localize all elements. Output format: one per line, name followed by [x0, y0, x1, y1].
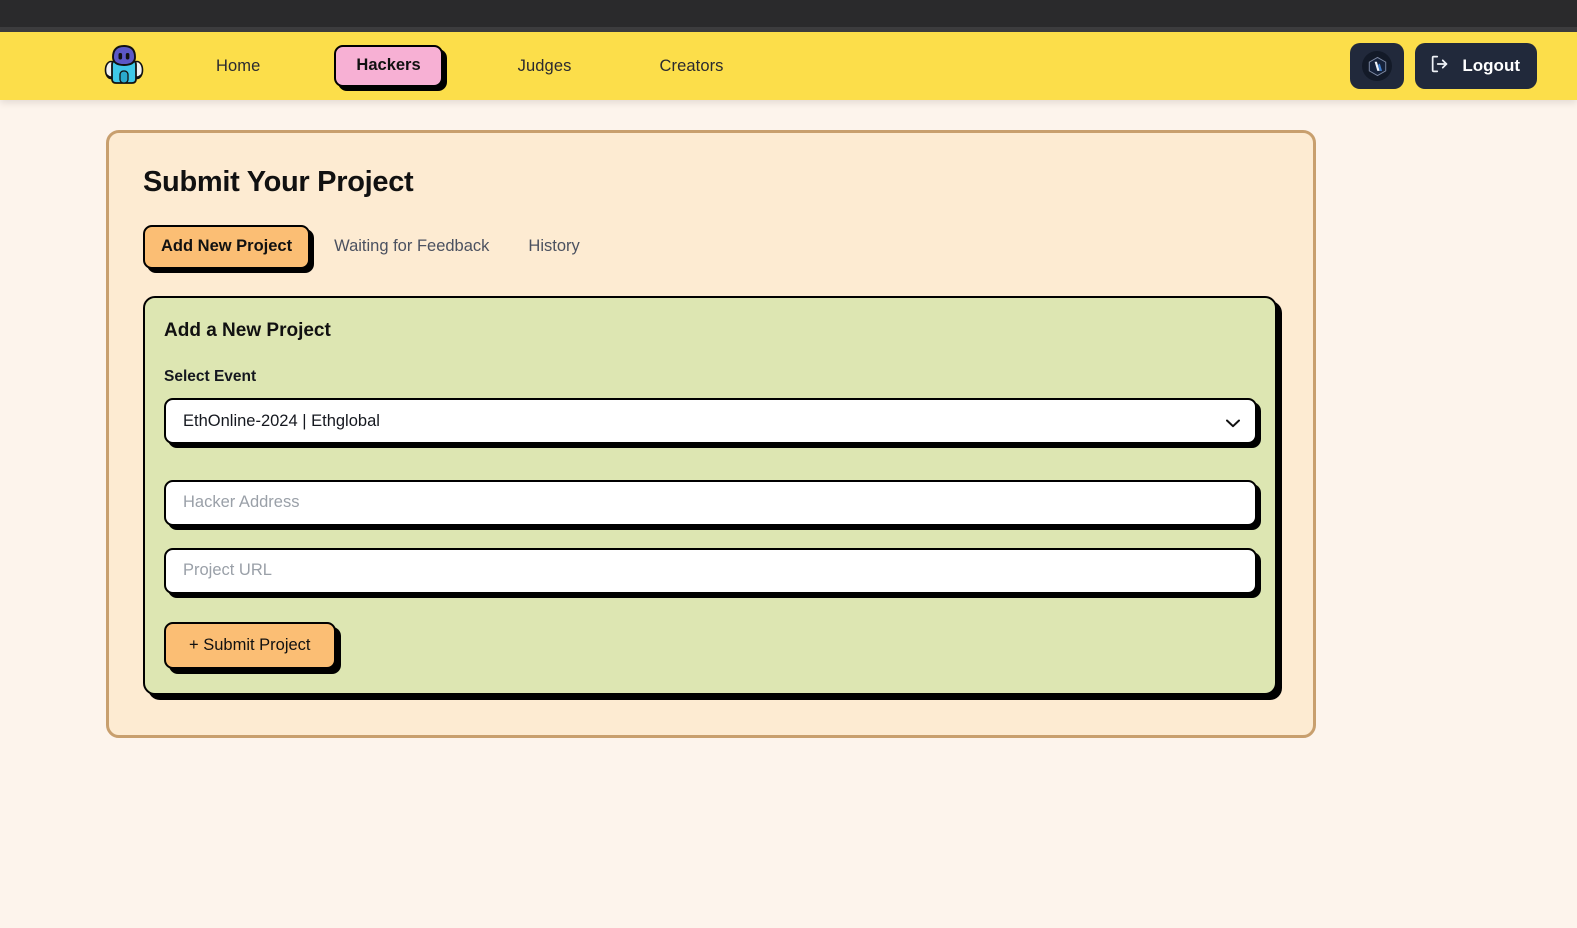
- navbar-actions: Logout: [1350, 43, 1555, 89]
- nav-link-home[interactable]: Home: [216, 57, 260, 76]
- tab-add-new-project[interactable]: Add New Project: [143, 225, 311, 269]
- robot-mascot-logo[interactable]: [101, 42, 147, 90]
- logout-icon: [1429, 53, 1451, 80]
- select-event-dropdown[interactable]: EthOnline-2024 | Ethglobal: [164, 397, 1257, 444]
- logout-button[interactable]: Logout: [1415, 43, 1537, 89]
- logout-label: Logout: [1462, 56, 1520, 75]
- tab-waiting-for-feedback[interactable]: Waiting for Feedback: [334, 237, 489, 256]
- hacker-address-input[interactable]: [164, 479, 1257, 526]
- submit-project-button[interactable]: + Submit Project: [164, 621, 336, 669]
- tab-bar: Add New Project Waiting for Feedback His…: [143, 225, 1277, 269]
- project-url-input[interactable]: [164, 547, 1257, 594]
- page-body: Submit Your Project Add New Project Wait…: [0, 100, 1577, 738]
- wallet-chain-button[interactable]: [1350, 43, 1405, 89]
- submit-project-card: Submit Your Project Add New Project Wait…: [106, 130, 1316, 738]
- arbitrum-chain-icon: [1362, 51, 1393, 81]
- form-heading: Add a New Project: [164, 319, 331, 341]
- nav-link-judges[interactable]: Judges: [518, 57, 572, 76]
- nav-link-creators[interactable]: Creators: [659, 57, 723, 76]
- nav-links: Home Hackers Judges Creators: [216, 45, 724, 87]
- add-project-form-panel: Add a New Project Select Event EthOnline…: [143, 295, 1277, 695]
- tab-history[interactable]: History: [528, 237, 579, 256]
- nav-link-hackers[interactable]: Hackers: [334, 45, 443, 87]
- browser-chrome-bar: [0, 0, 1577, 27]
- page-title: Submit Your Project: [143, 166, 414, 198]
- top-navbar: Home Hackers Judges Creators Logout: [0, 32, 1577, 100]
- select-event-wrapper: EthOnline-2024 | Ethglobal: [164, 397, 1257, 444]
- select-event-label: Select Event: [164, 367, 257, 385]
